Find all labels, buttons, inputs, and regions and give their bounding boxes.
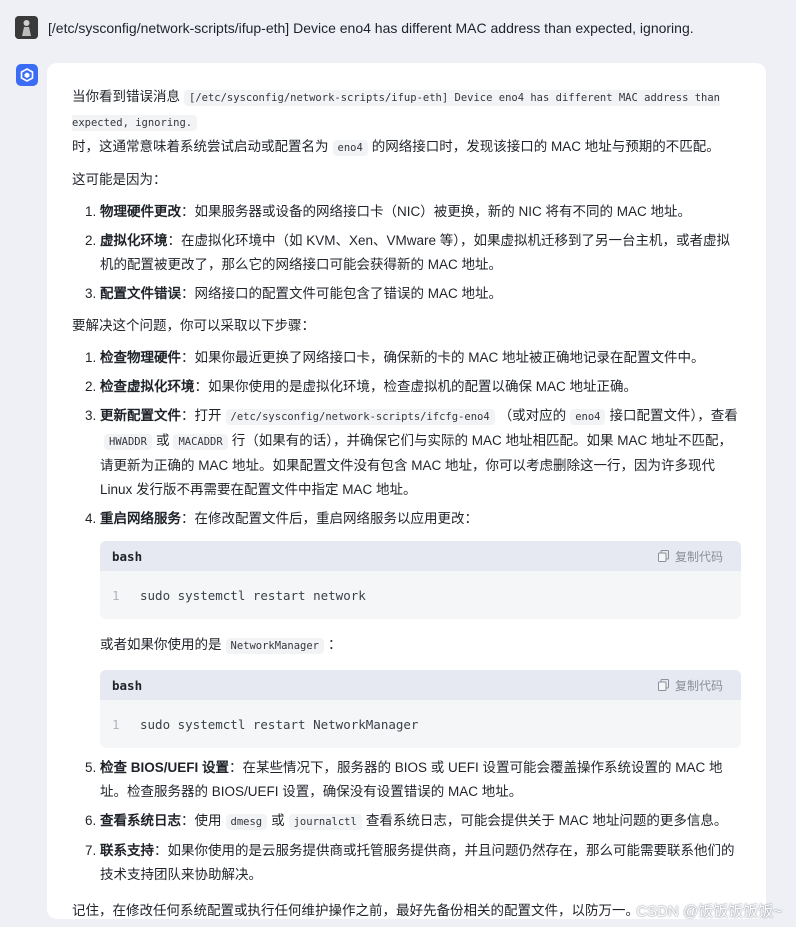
steps-list: 1. 检查物理硬件：如果你最近更换了网络接口卡，确保新的卡的 MAC 地址被正确… <box>72 346 740 531</box>
intro-text: 的网络接口时，发现该接口的 MAC 地址与预期的不匹配。 <box>371 139 720 154</box>
list-item: 1. 检查物理硬件：如果你最近更换了网络接口卡，确保新的卡的 MAC 地址被正确… <box>72 346 740 370</box>
item-text: ：如果你使用的是云服务提供商或托管服务提供商，并且问题仍然存在，那么可能需要联系… <box>100 843 735 882</box>
inline-code: eno4 <box>332 140 368 156</box>
item-number: 5. <box>85 760 97 775</box>
intro-text: 当你看到错误消息 <box>72 89 180 104</box>
item-number: 3. <box>85 408 97 423</box>
copy-icon <box>657 679 669 691</box>
user-message-text: [/etc/sysconfig/network-scripts/ifup-eth… <box>48 19 694 36</box>
alt-text: ： <box>328 637 342 652</box>
item-title: 检查虚拟化环境 <box>100 379 195 394</box>
list-item: 5. 检查 BIOS/UEFI 设置：在某些情况下，服务器的 BIOS 或 UE… <box>72 756 740 804</box>
code-block-body: 1 sudo systemctl restart network <box>100 571 741 619</box>
list-item: 2. 虚拟化环境：在虚拟化环境中（如 KVM、Xen、VMware 等），如果虚… <box>72 229 740 277</box>
item-title: 检查物理硬件 <box>100 350 181 365</box>
copy-label: 复制代码 <box>674 678 723 693</box>
item-number: 2. <box>85 379 97 394</box>
item-title: 检查 BIOS/UEFI 设置 <box>100 760 230 775</box>
item-text: ：如果服务器或设备的网络接口卡（NIC）被更换，新的 NIC 将有不同的 MAC… <box>181 204 691 219</box>
assistant-logo-icon <box>20 68 34 82</box>
code-line: sudo systemctl restart network <box>140 587 366 603</box>
code-block-body: 1 sudo systemctl restart NetworkManager <box>100 700 741 748</box>
intro-paragraph: 当你看到错误消息 [/etc/sysconfig/network-scripts/… <box>72 85 740 160</box>
item-title: 更新配置文件 <box>100 408 181 423</box>
list-item: 2. 检查虚拟化环境：如果你使用的是虚拟化环境，检查虚拟机的配置以确保 MAC … <box>72 375 740 399</box>
item-text: ：在修改配置文件后，重启网络服务以应用更改： <box>181 511 478 526</box>
item-title: 配置文件错误 <box>100 286 181 301</box>
code-block-header: bash 复制代码 <box>100 670 741 700</box>
line-number: 1 <box>112 716 120 732</box>
copy-label: 复制代码 <box>674 549 723 564</box>
assistant-avatar <box>16 64 38 86</box>
item-number: 2. <box>85 233 97 248</box>
causes-list: 1. 物理硬件更改：如果服务器或设备的网络接口卡（NIC）被更换，新的 NIC … <box>72 200 740 306</box>
item-title: 重启网络服务 <box>100 511 181 526</box>
item-text: ：使用 <box>181 813 222 828</box>
code-block: bash 复制代码 1 sudo systemctl restart Netwo… <box>100 670 741 748</box>
list-item: 6. 查看系统日志：使用 dmesg 或 journalctl 查看系统日志，可能会提供… <box>72 809 740 834</box>
item-number: 7. <box>85 843 97 858</box>
code-language: bash <box>112 677 143 693</box>
code-block: bash 复制代码 1 sudo systemctl restart netwo… <box>100 541 741 619</box>
inline-code: HWADDR <box>104 434 152 450</box>
item-number: 1. <box>85 204 97 219</box>
inline-code: NetworkManager <box>225 638 325 654</box>
assistant-answer-card: 当你看到错误消息 [/etc/sysconfig/network-scripts/… <box>47 63 766 919</box>
copy-code-button[interactable]: 复制代码 <box>657 677 723 694</box>
copy-code-button[interactable]: 复制代码 <box>657 548 723 565</box>
item-number: 3. <box>85 286 97 301</box>
watermark: CSDN @饭饭饭饭饭~ <box>636 903 782 920</box>
list-item: 3. 更新配置文件：打开/etc/sysconfig/network-scrip… <box>72 404 740 502</box>
inline-code: MACADDR <box>173 434 228 450</box>
code-line: sudo systemctl restart NetworkManager <box>140 716 419 732</box>
alt-text: 或者如果你使用的是 <box>100 637 222 652</box>
causes-heading: 这可能是因为： <box>72 172 167 187</box>
alternative-text: 或者如果你使用的是 NetworkManager： <box>100 633 740 658</box>
steps-list-continued: 5. 检查 BIOS/UEFI 设置：在某些情况下，服务器的 BIOS 或 UE… <box>72 756 740 887</box>
item-title: 虚拟化环境 <box>100 233 168 248</box>
inline-code: /etc/sysconfig/network-scripts/ifcfg-eno… <box>225 409 495 425</box>
item-text: 查看系统日志，可能会提供关于 MAC 地址问题的更多信息。 <box>365 813 728 828</box>
list-item: 1. 物理硬件更改：如果服务器或设备的网络接口卡（NIC）被更换，新的 NIC … <box>72 200 740 224</box>
code-language: bash <box>112 548 143 564</box>
list-item: 4. 重启网络服务：在修改配置文件后，重启网络服务以应用更改： <box>72 507 740 531</box>
item-number: 4. <box>85 511 97 526</box>
inline-code: journalctl <box>288 814 362 830</box>
item-text: ：如果你最近更换了网络接口卡，确保新的卡的 MAC 地址被正确地记录在配置文件中… <box>181 350 705 365</box>
inline-code: dmesg <box>225 814 268 830</box>
item-text: ：打开 <box>181 408 222 423</box>
item-text: 接口配置文件），查看 <box>609 408 738 423</box>
inline-code: eno4 <box>570 409 606 425</box>
item-title: 物理硬件更改 <box>100 204 181 219</box>
code-block-header: bash 复制代码 <box>100 541 741 571</box>
list-item: 7. 联系支持：如果你使用的是云服务提供商或托管服务提供商，并且问题仍然存在，那… <box>72 839 740 887</box>
line-number: 1 <box>112 587 120 603</box>
item-text: 或 <box>155 433 170 448</box>
item-title: 查看系统日志 <box>100 813 181 828</box>
steps-heading: 要解决这个问题，你可以采取以下步骤： <box>72 318 315 333</box>
item-number: 1. <box>85 350 97 365</box>
person-icon <box>15 16 38 39</box>
copy-icon <box>657 550 669 562</box>
item-text: ：网络接口的配置文件可能包含了错误的 MAC 地址。 <box>181 286 503 301</box>
item-number: 6. <box>85 813 97 828</box>
item-text: ：在虚拟化环境中（如 KVM、Xen、VMware 等），如果虚拟机迁移到了另一… <box>100 233 731 272</box>
intro-text: 时，这通常意味着系统尝试启动或配置名为 <box>72 139 329 154</box>
list-item: 3. 配置文件错误：网络接口的配置文件可能包含了错误的 MAC 地址。 <box>72 282 740 306</box>
item-text: （或对应的 <box>498 408 567 423</box>
user-avatar[interactable] <box>15 16 38 39</box>
item-text: 或 <box>271 813 285 828</box>
item-title: 联系支持 <box>100 843 154 858</box>
user-message-row: [/etc/sysconfig/network-scripts/ifup-eth… <box>15 16 785 39</box>
item-text: ：如果你使用的是虚拟化环境，检查虚拟机的配置以确保 MAC 地址正确。 <box>194 379 638 394</box>
